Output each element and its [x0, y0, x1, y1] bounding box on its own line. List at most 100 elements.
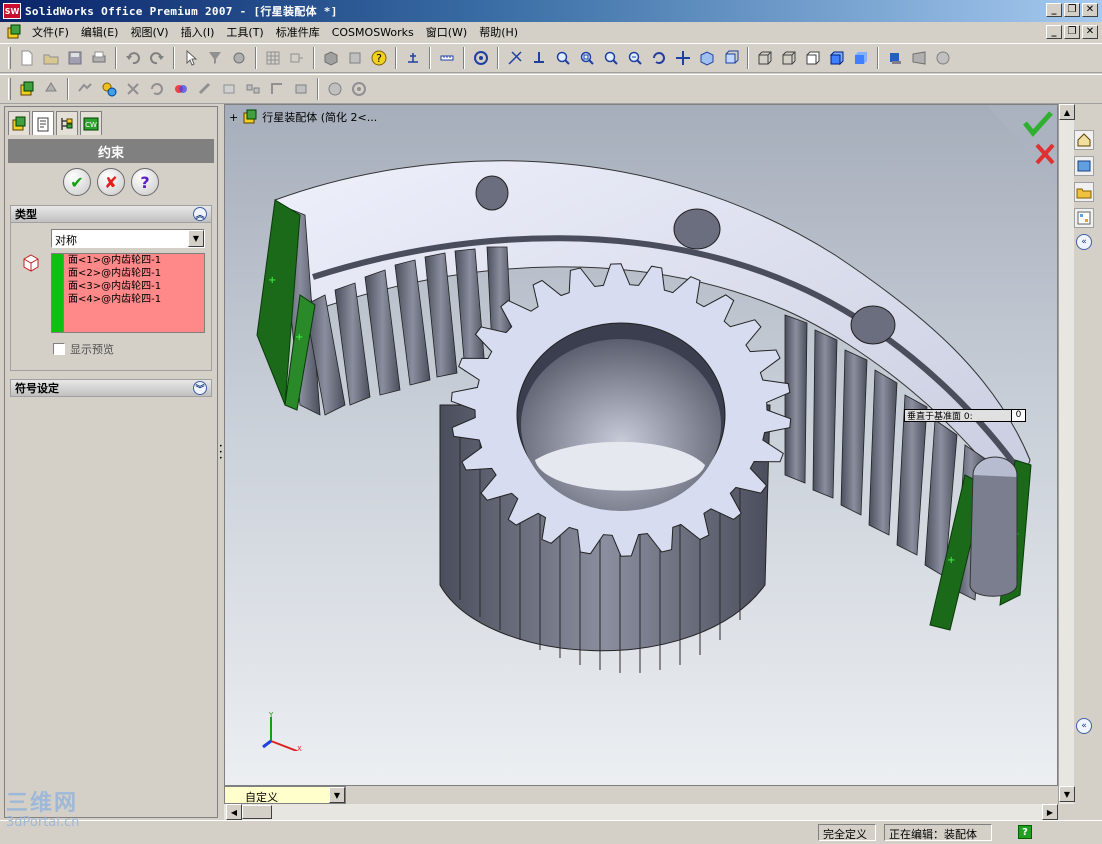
physical-simulation-icon[interactable] [348, 78, 370, 100]
menu-cosmosworks[interactable]: COSMOSWorks [326, 26, 420, 39]
restore-button[interactable]: ❐ [1064, 3, 1080, 17]
file-explorer-icon[interactable] [1074, 182, 1094, 202]
change-transparency-icon[interactable] [218, 78, 240, 100]
save-icon[interactable] [64, 47, 86, 69]
shaded-icon[interactable] [850, 47, 872, 69]
assembly-doc-icon[interactable] [6, 24, 22, 40]
cancel-button[interactable]: ✘ [97, 168, 125, 196]
doc-close-button[interactable]: ✕ [1082, 25, 1098, 39]
realview-icon[interactable] [932, 47, 954, 69]
hscroll-thumb[interactable] [242, 805, 272, 819]
doc-restore-button[interactable]: ❐ [1064, 25, 1080, 39]
assembly-features-icon[interactable] [290, 78, 312, 100]
tab-propertymanager[interactable] [32, 111, 54, 135]
select-arrow-icon[interactable] [180, 47, 202, 69]
zoom-area-icon[interactable] [576, 47, 598, 69]
redo-icon[interactable] [146, 47, 168, 69]
selection-item[interactable]: 面<2>@内齿轮四-1 [68, 267, 204, 280]
scroll-up-icon[interactable]: ▲ [1059, 104, 1075, 120]
scroll-right-icon[interactable]: ▶ [1042, 804, 1058, 820]
menu-window[interactable]: 窗口(W) [420, 24, 473, 40]
selection-item[interactable]: 面<1>@内齿轮四-1 [68, 254, 204, 267]
edit-component-icon[interactable] [16, 78, 38, 100]
view-dropdown-arrow-icon[interactable]: ▼ [329, 787, 345, 803]
normal-to-icon[interactable] [528, 47, 550, 69]
sketch-icon[interactable] [286, 47, 308, 69]
horizontal-scrollbar[interactable]: ◀ ▶ [224, 804, 1058, 820]
close-button[interactable]: ✕ [1082, 3, 1098, 17]
rotate-component-icon[interactable] [146, 78, 168, 100]
ok-button[interactable]: ✔ [63, 168, 91, 196]
help-icon[interactable]: ? [368, 47, 390, 69]
view-orientation-icon[interactable] [720, 47, 742, 69]
menu-file[interactable]: 文件(F) [26, 24, 75, 40]
hide-show-icon[interactable] [194, 78, 216, 100]
smart-fasteners-icon[interactable] [98, 78, 120, 100]
view-palette-icon[interactable] [1074, 208, 1094, 228]
expand-task-pane-icon[interactable]: « [1076, 718, 1092, 734]
graphics-viewport[interactable]: + + + + + 行星装配体 (简化 2<... [224, 104, 1058, 786]
mate-type-select[interactable]: 对称 ▼ [51, 229, 205, 248]
zoom-selection-icon[interactable] [624, 47, 646, 69]
show-preview-checkbox[interactable] [53, 343, 65, 355]
exploded-view-icon[interactable] [242, 78, 264, 100]
hidden-lines-removed-icon[interactable] [802, 47, 824, 69]
minimize-button[interactable]: _ [1046, 3, 1062, 17]
distance-readout[interactable]: 垂直于基准面 0: 0 [904, 409, 1026, 422]
collapse-task-pane-icon[interactable]: « [1076, 234, 1092, 250]
open-file-icon[interactable] [40, 47, 62, 69]
undo-icon[interactable] [122, 47, 144, 69]
insert-component-icon[interactable] [40, 78, 62, 100]
feature-tree-flyout[interactable]: + 行星装配体 (简化 2<... [229, 109, 377, 125]
measure-icon[interactable] [436, 47, 458, 69]
zoom-in-out-icon[interactable] [600, 47, 622, 69]
selection-list[interactable]: 面<1>@内齿轮四-1 面<2>@内齿轮四-1 面<3>@内齿轮四-1 面<4>… [51, 253, 205, 333]
section-icon[interactable] [470, 47, 492, 69]
scroll-left-icon[interactable]: ◀ [226, 804, 242, 820]
help-button[interactable]: ? [131, 168, 159, 196]
pan-icon[interactable] [672, 47, 694, 69]
design-library-icon[interactable] [1074, 156, 1094, 176]
expand-down-icon[interactable]: ︾ [193, 381, 207, 395]
front-plane-icon[interactable] [402, 47, 424, 69]
explode-line-sketch-icon[interactable] [266, 78, 288, 100]
animation-icon[interactable] [324, 78, 346, 100]
tab-configurationmanager[interactable] [56, 111, 78, 135]
distance-value[interactable]: 0 [1011, 410, 1025, 421]
view-tools-icon[interactable] [504, 47, 526, 69]
grid-icon[interactable] [262, 47, 284, 69]
menu-tools[interactable]: 工具(T) [220, 24, 269, 40]
menu-standard-library[interactable]: 标准件库 [270, 24, 326, 40]
menu-help[interactable]: 帮助(H) [473, 24, 524, 40]
selection-item[interactable]: 面<3>@内齿轮四-1 [68, 280, 204, 293]
doc-minimize-button[interactable]: _ [1046, 25, 1062, 39]
tab-featuremanager[interactable] [8, 111, 30, 135]
expand-tree-icon[interactable]: + [229, 111, 238, 124]
menu-edit[interactable]: 编辑(E) [75, 24, 125, 40]
status-help-icon[interactable]: ? [1018, 825, 1032, 839]
gear-assembly-model[interactable]: + + + + [225, 105, 1058, 786]
move-component-icon[interactable] [122, 78, 144, 100]
menu-insert[interactable]: 插入(I) [175, 24, 221, 40]
perspective-icon[interactable] [908, 47, 930, 69]
3d-drawing-view-icon[interactable] [696, 47, 718, 69]
interference-detection-icon[interactable] [170, 78, 192, 100]
solidworks-resources-icon[interactable] [1074, 130, 1094, 150]
print-icon[interactable] [88, 47, 110, 69]
shadows-icon[interactable] [884, 47, 906, 69]
vertical-scrollbar[interactable]: ▲ ▼ [1058, 104, 1075, 804]
hscroll-track[interactable] [272, 804, 1042, 820]
show-preview-row[interactable]: 显示预览 [53, 341, 114, 357]
rotate-view-icon[interactable] [648, 47, 670, 69]
menu-view[interactable]: 视图(V) [124, 24, 174, 40]
part-icon[interactable] [320, 47, 342, 69]
hidden-lines-visible-icon[interactable] [778, 47, 800, 69]
type-section-header[interactable]: 类型 ︽ [10, 205, 212, 223]
vscroll-track[interactable] [1059, 120, 1074, 786]
splitter-grip-icon[interactable]: • • • [219, 444, 223, 462]
mate-icon[interactable] [74, 78, 96, 100]
symbol-section-header[interactable]: 符号设定 ︾ [10, 379, 212, 397]
selection-item[interactable]: 面<4>@内齿轮四-1 [68, 293, 204, 306]
shaded-with-edges-icon[interactable] [826, 47, 848, 69]
wireframe-icon[interactable] [754, 47, 776, 69]
